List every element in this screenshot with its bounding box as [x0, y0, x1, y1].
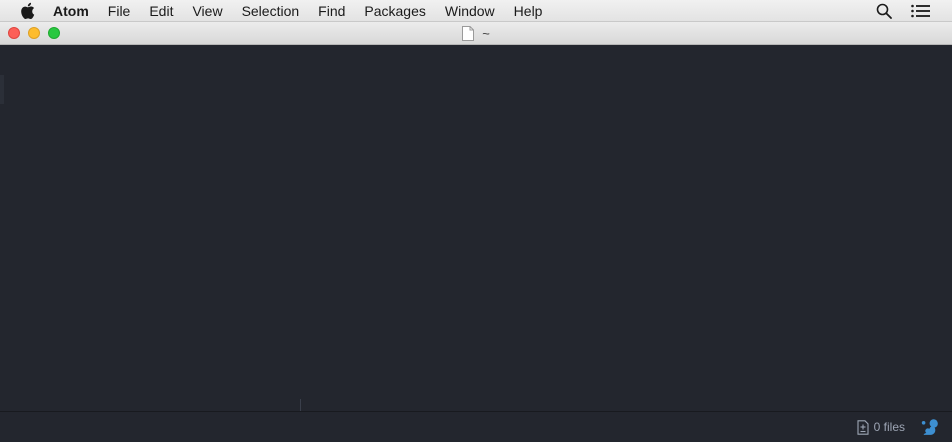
files-count-label: 0 files	[873, 420, 905, 434]
menu-view[interactable]: View	[192, 0, 222, 22]
window-title-text: ~	[482, 26, 490, 41]
window-titlebar[interactable]: ~	[0, 22, 952, 45]
squirrel-update-icon[interactable]	[921, 418, 939, 436]
left-dock-toggle-handle[interactable]	[0, 75, 4, 104]
git-file-icon	[857, 419, 869, 435]
menu-edit[interactable]: Edit	[149, 0, 173, 22]
menu-atom[interactable]: Atom	[53, 0, 89, 22]
spotlight-search-icon[interactable]	[874, 2, 894, 20]
document-icon	[462, 26, 475, 41]
git-files-status[interactable]: 0 files	[857, 412, 905, 442]
notification-center-icon[interactable]	[910, 2, 930, 20]
menu-window[interactable]: Window	[445, 0, 495, 22]
menubar-status-area	[874, 0, 930, 22]
editor-workspace[interactable]	[0, 45, 952, 411]
menu-find[interactable]: Find	[318, 0, 345, 22]
menu-file[interactable]: File	[108, 0, 131, 22]
window-title: ~	[0, 22, 952, 45]
bottom-dock-resize-handle[interactable]	[300, 399, 301, 411]
apple-logo-icon[interactable]	[19, 2, 35, 20]
status-bar: 0 files	[0, 411, 952, 442]
menu-selection[interactable]: Selection	[242, 0, 300, 22]
menu-help[interactable]: Help	[514, 0, 543, 22]
menu-packages[interactable]: Packages	[364, 0, 425, 22]
macos-menubar: Atom File Edit View Selection Find Packa…	[0, 0, 952, 22]
